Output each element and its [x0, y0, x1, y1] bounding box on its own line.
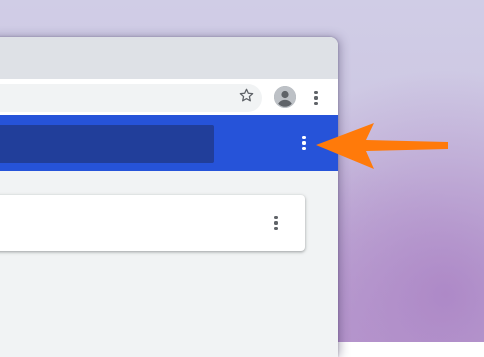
app-header-bar: [0, 115, 338, 171]
vertical-ellipsis-icon: [302, 136, 306, 150]
browser-window: [0, 37, 338, 357]
browser-toolbar: [0, 79, 338, 116]
tab-strip: [0, 37, 338, 79]
star-outline-icon: [239, 88, 253, 101]
header-search-field[interactable]: [0, 125, 214, 163]
card-more-options-button[interactable]: [268, 213, 284, 233]
page-content: [0, 171, 338, 357]
browser-menu-button[interactable]: [308, 87, 324, 109]
orange-pointer-arrow: [316, 123, 448, 169]
bookmark-star-button[interactable]: [235, 84, 257, 106]
address-bar[interactable]: [0, 84, 262, 112]
vertical-ellipsis-icon: [314, 91, 318, 105]
account-circle-icon: [274, 86, 296, 108]
vertical-ellipsis-icon: [274, 216, 278, 230]
profile-avatar-button[interactable]: [274, 86, 296, 108]
content-card[interactable]: [0, 195, 305, 251]
header-more-options-button[interactable]: [296, 133, 312, 153]
